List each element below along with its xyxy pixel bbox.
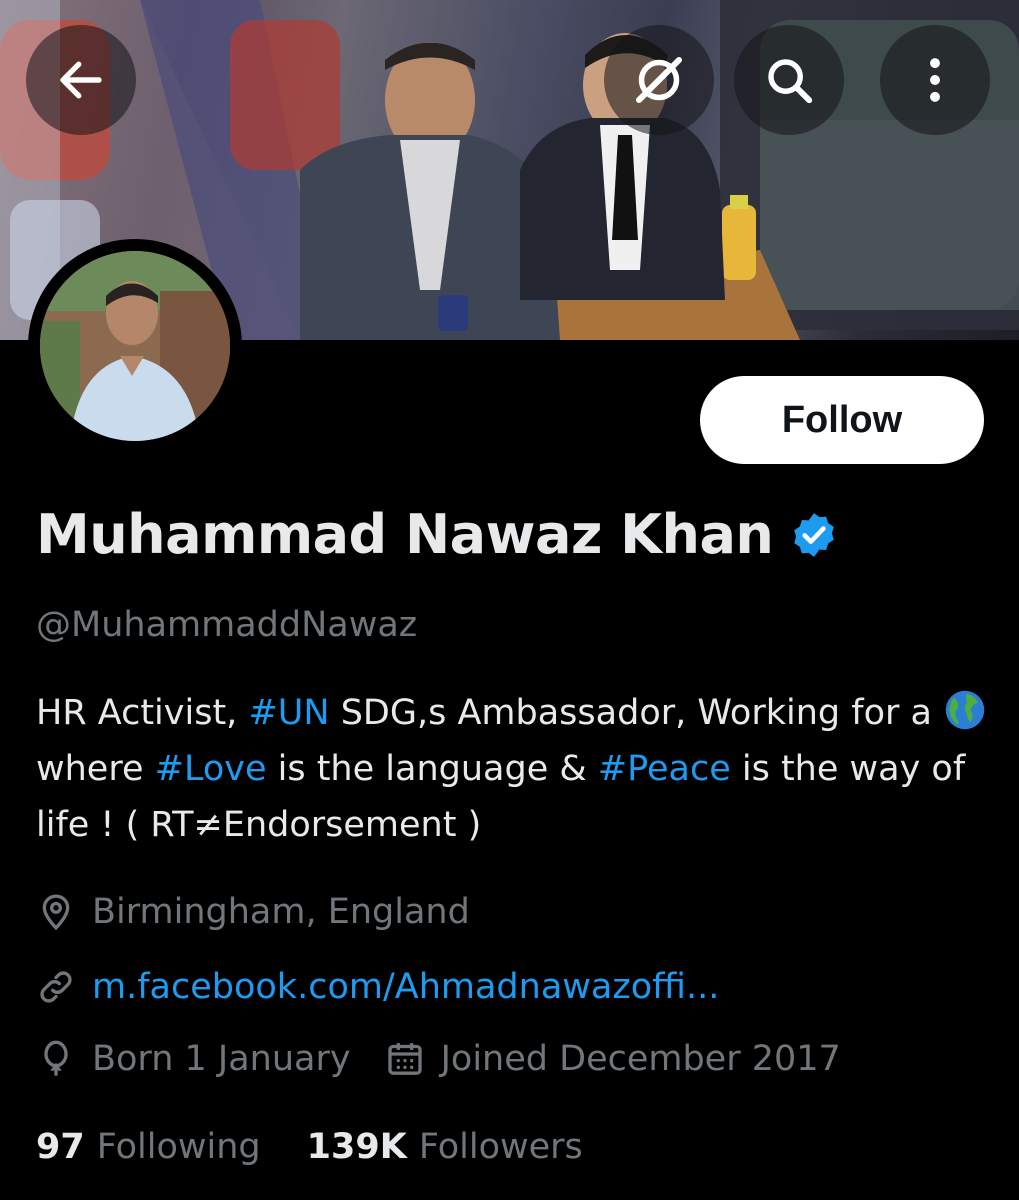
link-icon (40, 971, 72, 1003)
following-link[interactable]: 97 Following (36, 1127, 261, 1167)
website-row: m.facebook.com/Ahmadnawazoffi... (36, 967, 719, 1007)
dates-row: Born 1 January Joined December 2017 (36, 1039, 841, 1079)
arrow-left-icon (60, 61, 102, 99)
location-pin-icon (42, 894, 70, 931)
handle: @MuhammaddNawaz (36, 605, 418, 645)
follow-button[interactable]: Follow (700, 376, 984, 464)
hashtag-love[interactable]: #Love (155, 749, 267, 789)
bio-text: is the language & (266, 749, 598, 789)
calendar-icon (387, 1043, 422, 1075)
search-button[interactable] (734, 25, 844, 135)
following-label: Following (96, 1127, 261, 1167)
verified-badge-icon[interactable] (789, 510, 839, 560)
more-options-button[interactable] (880, 25, 990, 135)
search-icon (768, 59, 813, 104)
display-name-row: Muhammad Nawaz Khan (36, 503, 839, 566)
grok-button[interactable] (604, 25, 714, 135)
avatar[interactable] (28, 239, 242, 453)
born-text: Born 1 January (92, 1039, 351, 1079)
avatar-image (40, 251, 230, 441)
hashtag-peace[interactable]: #Peace (598, 749, 731, 789)
globe-emoji-icon (945, 690, 985, 730)
more-vertical-icon (930, 58, 940, 102)
display-name: Muhammad Nawaz Khan (36, 503, 774, 566)
joined-text: Joined December 2017 (440, 1039, 841, 1079)
bio-text: SDG,s Ambassador, Working for a (329, 693, 944, 733)
balloon-icon (44, 1040, 68, 1076)
grok-slash-icon (636, 57, 682, 103)
following-count: 97 (36, 1127, 85, 1167)
bio: HR Activist, #UN SDG,s Ambassador, Worki… (36, 685, 1006, 853)
location-row: Birmingham, England (36, 892, 470, 932)
location-text: Birmingham, England (92, 892, 470, 932)
bio-text: where (36, 749, 155, 789)
followers-count: 139K (306, 1127, 407, 1167)
website-link[interactable]: m.facebook.com/Ahmadnawazoffi... (92, 967, 719, 1007)
follow-stats: 97 Following 139K Followers (36, 1127, 583, 1167)
followers-link[interactable]: 139K Followers (307, 1127, 583, 1167)
hashtag-un[interactable]: #UN (248, 693, 329, 733)
followers-label: Followers (418, 1127, 583, 1167)
bio-text: HR Activist, (36, 693, 249, 733)
back-button[interactable] (26, 25, 136, 135)
